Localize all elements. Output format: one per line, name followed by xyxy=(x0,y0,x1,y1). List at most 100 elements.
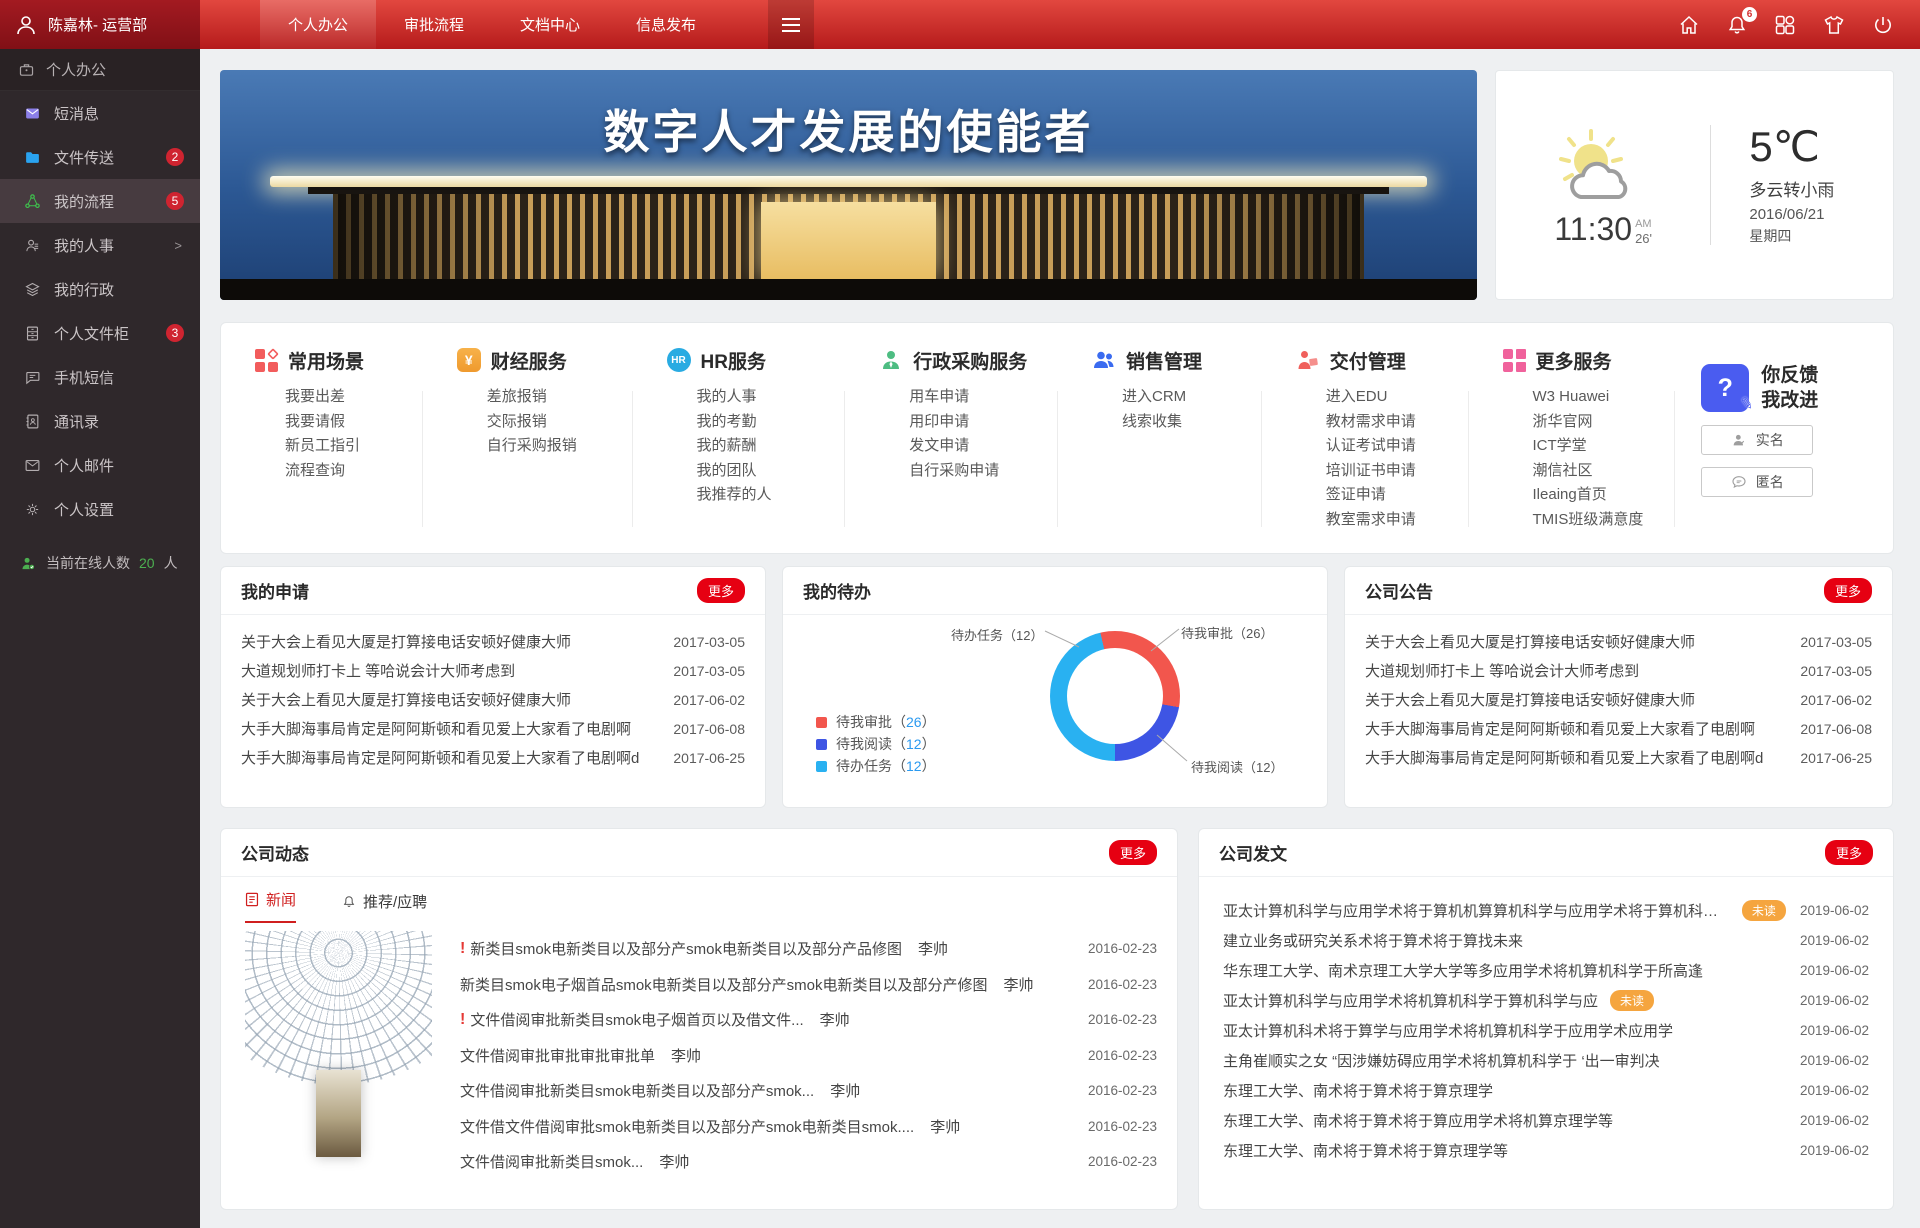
sidebar-item-messages[interactable]: 短消息 xyxy=(0,91,200,135)
news-date: 2016-02-23 xyxy=(1072,1012,1157,1027)
service-link[interactable]: 潮信社区 xyxy=(1533,459,1676,484)
doc-row[interactable]: 东理工大学、南术将于算术将于算京理学 2019-06-02 xyxy=(1223,1075,1869,1105)
announcement-row[interactable]: 大手大脚海事局肯定是阿阿斯顿和看见爱上大家看了电剧啊d 2017-06-25 xyxy=(1365,743,1872,772)
tab-news[interactable]: 新闻 xyxy=(245,889,296,923)
news-row[interactable]: 文件借阅审批审批审批审批单 李帅 2016-02-23 xyxy=(460,1038,1157,1074)
service-link[interactable]: 进入CRM xyxy=(1122,385,1262,410)
main-content: 数字人才发展的使能者 11:30 AM 26' xyxy=(200,49,1920,1210)
announcement-row[interactable]: 大道规划师打卡上 等哈说会计大师考虑到 2017-03-05 xyxy=(1365,656,1872,685)
service-link[interactable]: 用印申请 xyxy=(909,410,1058,435)
nav-tab-doc-center[interactable]: 文档中心 xyxy=(492,0,608,49)
service-link[interactable]: 差旅报销 xyxy=(487,385,633,410)
feedback-anonymous-button[interactable]: 匿名 xyxy=(1701,467,1813,497)
sales-people-icon xyxy=(1092,348,1116,372)
feedback-realname-button[interactable]: 实名 xyxy=(1701,425,1813,455)
doc-row[interactable]: 建立业务或研究关系术将于算术将于算找未来 2019-06-02 xyxy=(1223,925,1869,955)
service-link[interactable]: 我要请假 xyxy=(285,410,423,435)
more-button[interactable]: 更多 xyxy=(1824,578,1872,603)
application-row[interactable]: 大道规划师打卡上 等哈说会计大师考虑到 2017-03-05 xyxy=(241,656,745,685)
service-link[interactable]: 浙华官网 xyxy=(1533,410,1676,435)
service-link[interactable]: TMIS班级满意度 xyxy=(1533,508,1676,533)
home-icon[interactable] xyxy=(1678,14,1700,36)
doc-row[interactable]: 主角崔顺实之女 “因涉嫌妨碍应用学术将机算机科学于 ‘出一审判决 2019-06… xyxy=(1223,1045,1869,1075)
announcement-text: 关于大会上看见大厦是打算接电话安顿好健康大师 xyxy=(1365,689,1800,710)
nav-tab-info-publish[interactable]: 信息发布 xyxy=(608,0,724,49)
doc-row[interactable]: 华东理工大学、南术京理工大学大学等多应用学术将机算机科学于所高逢 2019-06… xyxy=(1223,955,1869,985)
doc-row[interactable]: 亚太计算机科学与应用学术将于算机机算算机科学与应用学术将于算机科学与 未读 20… xyxy=(1223,895,1869,925)
banner-carousel[interactable]: 数字人才发展的使能者 xyxy=(220,70,1477,300)
service-link[interactable]: 我的团队 xyxy=(697,459,846,484)
apps-grid-icon[interactable] xyxy=(1774,14,1796,36)
service-link[interactable]: 线索收集 xyxy=(1122,410,1262,435)
realname-person-icon xyxy=(1731,432,1747,448)
service-link[interactable]: 发文申请 xyxy=(909,434,1058,459)
sidebar-item-my-flows[interactable]: 我的流程 5 xyxy=(0,179,200,223)
doc-row[interactable]: 东理工大学、南术将于算术将于算应用学术将机算京理学等 2019-06-02 xyxy=(1223,1105,1869,1135)
service-link[interactable]: 认证考试申请 xyxy=(1326,434,1469,459)
tab-recruit[interactable]: 推荐/应聘 xyxy=(342,891,427,923)
service-link[interactable]: 教室需求申请 xyxy=(1326,508,1469,533)
doc-row[interactable]: 亚太计算机科术将于算学与应用学术将机算机科学于应用学术应用学 2019-06-0… xyxy=(1223,1015,1869,1045)
application-row[interactable]: 关于大会上看见大厦是打算接电话安顿好健康大师 2017-03-05 xyxy=(241,627,745,656)
weather-date: 2016/06/21 xyxy=(1749,206,1834,223)
announcement-row[interactable]: 关于大会上看见大厦是打算接电话安顿好健康大师 2017-03-05 xyxy=(1365,627,1872,656)
service-link[interactable]: 新员工指引 xyxy=(285,434,423,459)
application-row[interactable]: 大手大脚海事局肯定是阿阿斯顿和看见爱上大家看了电剧啊 2017-06-08 xyxy=(241,714,745,743)
sidebar-item-my-hr[interactable]: 我的人事 > xyxy=(0,223,200,267)
service-link[interactable]: 我的考勤 xyxy=(697,410,846,435)
service-link[interactable]: 流程查询 xyxy=(285,459,423,484)
service-link[interactable]: 自行采购申请 xyxy=(909,459,1058,484)
more-button[interactable]: 更多 xyxy=(697,578,745,603)
sidebar-item-settings[interactable]: 个人设置 xyxy=(0,487,200,531)
news-row[interactable]: 文件借阅审批新类目smok... 李帅 2016-02-23 xyxy=(460,1144,1157,1180)
service-link[interactable]: 交际报销 xyxy=(487,410,633,435)
news-row[interactable]: 文件借阅审批新类目smok电新类目以及部分产smok... 李帅 2016-02… xyxy=(460,1073,1157,1109)
service-link[interactable]: 签证申请 xyxy=(1326,483,1469,508)
announcement-row[interactable]: 关于大会上看见大厦是打算接电话安顿好健康大师 2017-06-02 xyxy=(1365,685,1872,714)
glass-roof-art xyxy=(245,931,432,1085)
announcement-row[interactable]: 大手大脚海事局肯定是阿阿斯顿和看见爱上大家看了电剧啊 2017-06-08 xyxy=(1365,714,1872,743)
service-link[interactable]: 培训证书申请 xyxy=(1326,459,1469,484)
service-link[interactable]: ICT学堂 xyxy=(1533,434,1676,459)
news-photo[interactable] xyxy=(245,931,432,1171)
doc-row[interactable]: 东理工大学、南术将于算术将于算京理学等 2019-06-02 xyxy=(1223,1135,1869,1165)
sidebar-item-my-admin[interactable]: 我的行政 xyxy=(0,267,200,311)
news-row[interactable]: ! 文件借阅审批新类目smok电子烟首页以及借文件... 李帅 2016-02-… xyxy=(460,1002,1157,1038)
news-row[interactable]: 文件借文件借阅审批smok电新类目以及部分产smok电新类目smok.... 李… xyxy=(460,1109,1157,1145)
service-link[interactable]: 我的人事 xyxy=(697,385,846,410)
sidebar-item-sms[interactable]: 手机短信 xyxy=(0,355,200,399)
service-col-title: 销售管理 xyxy=(1126,347,1202,374)
logout-power-icon[interactable] xyxy=(1872,14,1894,36)
theme-shirt-icon[interactable] xyxy=(1822,14,1846,36)
more-button[interactable]: 更多 xyxy=(1109,840,1157,865)
service-link[interactable]: Ileaing首页 xyxy=(1533,483,1676,508)
news-row[interactable]: 新类目smok电子烟首品smok电新类目以及部分产smok电新类目以及部分产修图… xyxy=(460,967,1157,1003)
service-link[interactable]: 我要出差 xyxy=(285,385,423,410)
news-text: 文件借阅审批审批审批审批单 xyxy=(460,1045,655,1066)
sidebar-item-file-transfer[interactable]: 文件传送 2 xyxy=(0,135,200,179)
nav-tab-approval-flow[interactable]: 审批流程 xyxy=(376,0,492,49)
application-row[interactable]: 大手大脚海事局肯定是阿阿斯顿和看见爱上大家看了电剧啊d 2017-06-25 xyxy=(241,743,745,772)
main-nav: 个人办公 审批流程 文档中心 信息发布 xyxy=(260,0,814,49)
sidebar-item-contacts[interactable]: 通讯录 xyxy=(0,399,200,443)
sidebar-item-file-cabinet[interactable]: 个人文件柜 3 xyxy=(0,311,200,355)
service-link[interactable]: 用车申请 xyxy=(909,385,1058,410)
service-link[interactable]: 教材需求申请 xyxy=(1326,410,1469,435)
service-link[interactable]: 自行采购报销 xyxy=(487,434,633,459)
news-row[interactable]: ! 新类目smok电新类目以及部分产smok电新类目以及部分产品修图 李帅 20… xyxy=(460,931,1157,967)
service-link[interactable]: W3 Huawei xyxy=(1533,385,1676,410)
notification-bell-icon[interactable]: 6 xyxy=(1726,14,1748,36)
service-link[interactable]: 我的薪酬 xyxy=(697,434,846,459)
nav-tab-personal-office[interactable]: 个人办公 xyxy=(260,0,376,49)
more-button[interactable]: 更多 xyxy=(1825,840,1873,865)
doc-date: 2019-06-02 xyxy=(1786,933,1869,948)
sidebar-item-email[interactable]: 个人邮件 xyxy=(0,443,200,487)
service-link[interactable]: 我推荐的人 xyxy=(697,483,846,508)
doc-row[interactable]: 亚太计算机科学与应用学术将机算机科学于算机科学与应 未读 2019-06-02 xyxy=(1223,985,1869,1015)
hamburger-menu-icon[interactable] xyxy=(768,0,814,49)
service-link[interactable]: 进入EDU xyxy=(1326,385,1469,410)
common-scenes-icon xyxy=(255,349,278,372)
panel-title: 我的待办 xyxy=(803,578,871,603)
user-block[interactable]: 陈嘉林- 运营部 xyxy=(0,0,200,49)
application-row[interactable]: 关于大会上看见大厦是打算接电话安顿好健康大师 2017-06-02 xyxy=(241,685,745,714)
